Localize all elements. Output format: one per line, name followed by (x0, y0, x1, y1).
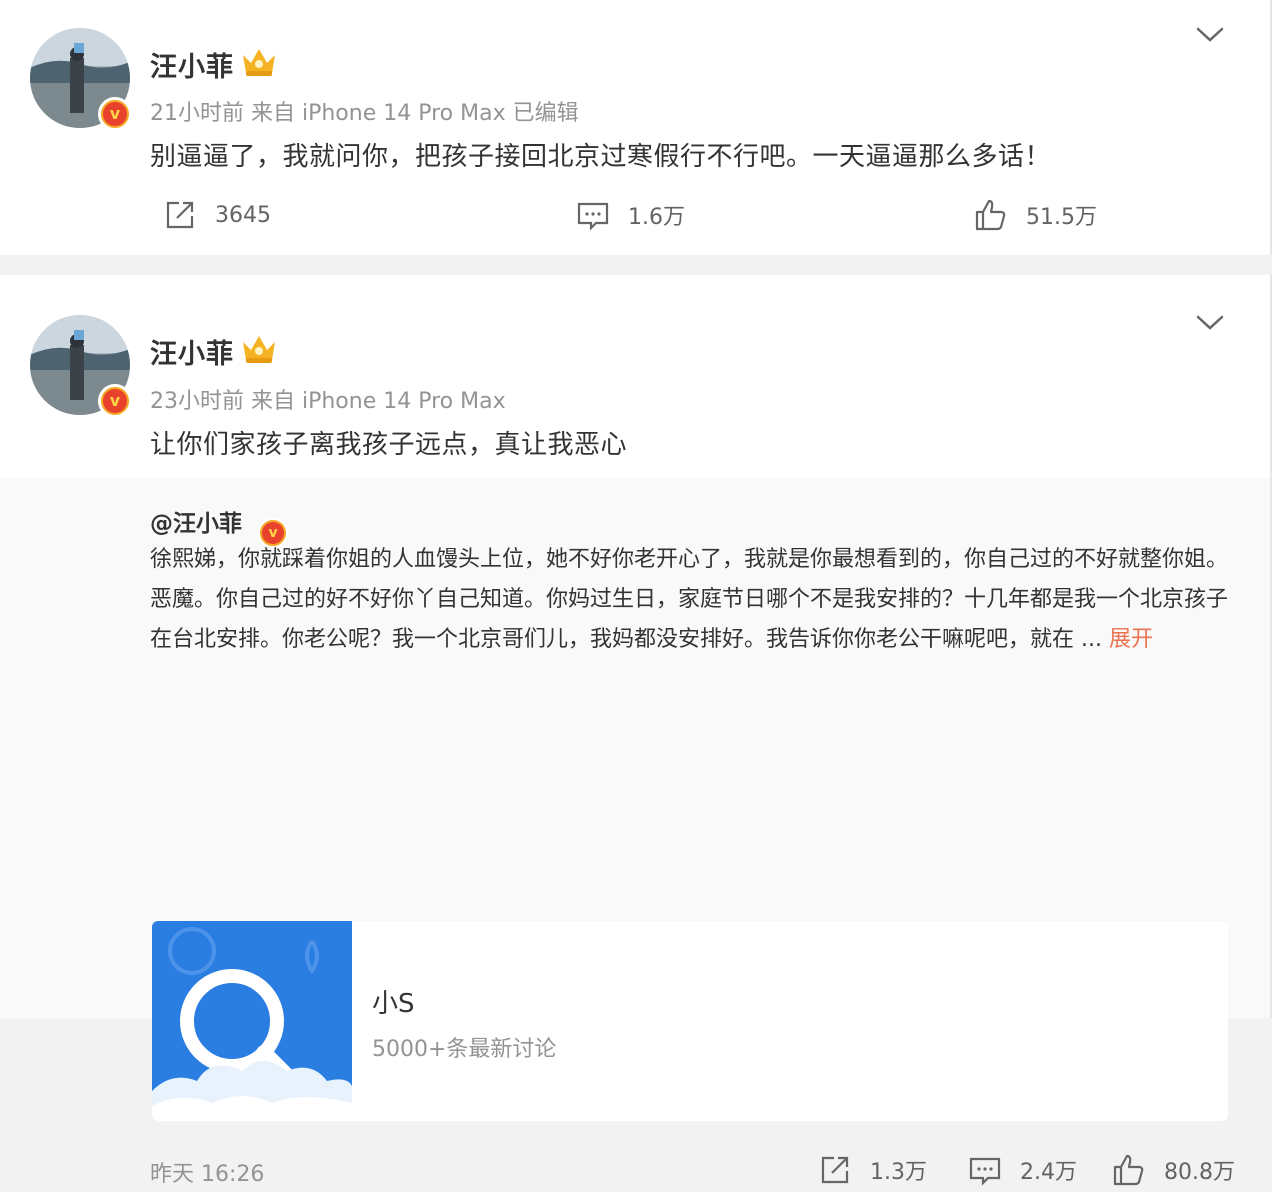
comment-button[interactable]: 1.6万 (576, 198, 685, 232)
post-card: v 汪小菲 21小时前 来自 iPhone 14 Pro Max 已编辑 别逼逼… (0, 0, 1272, 255)
repost-text: 徐熙娣，你就踩着你姐的人血馒头上位，她不好你老开心了，我就是你最想看到的，你自己… (150, 540, 1232, 660)
share-button[interactable]: 1.3万 (818, 1153, 927, 1187)
repost-footer: 昨天 16:26 1.3万 2.4万 80.8万 (0, 1148, 1270, 1192)
crown-icon[interactable] (240, 45, 278, 79)
expand-link[interactable]: 展开 (1109, 627, 1153, 652)
post-text: 让你们家孩子离我孩子远点，真让我恶心 (150, 430, 628, 460)
post-text: 别逼逼了，我就问你，把孩子接回北京过寒假行不行吧。一天逼逼那么多话！ (150, 142, 1052, 172)
share-count: 3645 (215, 202, 271, 228)
verified-icon: v (98, 384, 132, 418)
like-button[interactable]: 51.5万 (974, 198, 1097, 232)
chevron-down-icon[interactable] (1195, 26, 1225, 44)
post-meta: 21小时前 来自 iPhone 14 Pro Max 已编辑 (150, 101, 579, 126)
topic-title[interactable]: 小S (372, 983, 415, 1020)
share-button[interactable]: 3645 (163, 198, 271, 232)
crown-icon[interactable] (240, 332, 278, 366)
comment-count: 1.6万 (628, 205, 685, 230)
topic-subtitle: 5000+条最新讨论 (372, 1037, 557, 1062)
comment-icon (969, 1157, 1001, 1186)
author-name[interactable]: 汪小菲 (150, 45, 234, 84)
post-card: v 汪小菲 23小时前 来自 iPhone 14 Pro Max 让你们家孩子离… (0, 275, 1272, 1187)
like-button[interactable]: 80.8万 (1112, 1153, 1235, 1187)
topic-card[interactable]: 小S 5000+条最新讨论 (152, 921, 1228, 1121)
action-bar: 3645 1.6万 51.5万 (0, 193, 1272, 239)
post-meta: 23小时前 来自 iPhone 14 Pro Max (150, 389, 506, 414)
verified-icon: v (98, 97, 132, 131)
comment-button[interactable]: 2.4万 (968, 1153, 1077, 1187)
search-icon (152, 921, 352, 1121)
repost-body: 徐熙娣，你就踩着你姐的人血馒头上位，她不好你老开心了，我就是你最想看到的，你自己… (150, 547, 1229, 652)
chevron-down-icon[interactable] (1195, 314, 1225, 332)
repost-username[interactable]: @汪小菲 (150, 511, 242, 537)
like-icon (1113, 1154, 1144, 1186)
comment-icon (577, 202, 609, 231)
share-icon (821, 1156, 849, 1184)
comment-count: 2.4万 (1020, 1160, 1077, 1185)
author-name[interactable]: 汪小菲 (150, 332, 234, 371)
like-count: 80.8万 (1164, 1160, 1235, 1185)
repost-time[interactable]: 昨天 16:26 (150, 1156, 264, 1188)
share-count: 1.3万 (870, 1160, 927, 1185)
like-icon (975, 199, 1006, 231)
repost-block[interactable]: @汪小菲 v 徐熙娣，你就踩着你姐的人血馒头上位，她不好你老开心了，我就是你最想… (0, 478, 1270, 1187)
share-icon (166, 201, 194, 229)
like-count: 51.5万 (1026, 205, 1097, 230)
